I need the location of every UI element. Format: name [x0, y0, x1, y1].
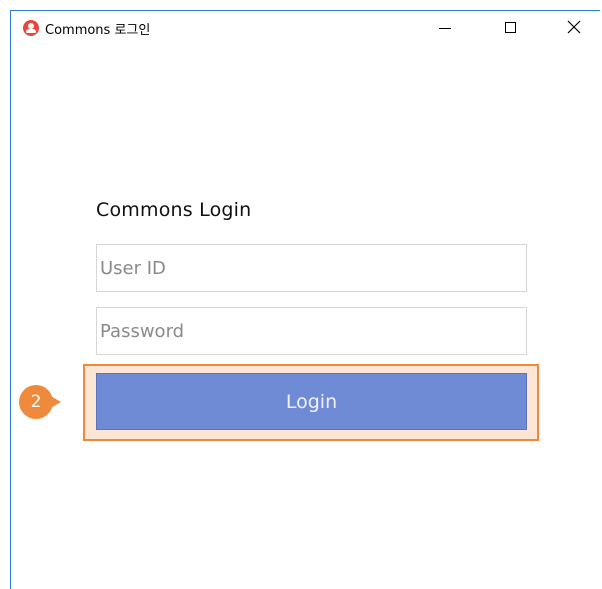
password-input[interactable]: [96, 307, 527, 355]
step-number: 2: [19, 385, 53, 419]
minimize-icon: [439, 27, 451, 29]
commons-user-icon: [23, 20, 39, 36]
minimize-button[interactable]: [423, 11, 467, 43]
close-icon: [567, 20, 581, 34]
login-window: Commons 로그인 Commons Login Login 2: [10, 10, 600, 589]
login-button[interactable]: Login: [96, 373, 527, 430]
maximize-icon: [504, 21, 516, 33]
login-heading: Commons Login: [96, 199, 252, 221]
maximize-button[interactable]: [488, 11, 532, 43]
step-badge: 2: [19, 385, 65, 419]
app-icon-body: [26, 29, 36, 33]
title-bar[interactable]: Commons 로그인: [11, 11, 600, 43]
step-pointer-arrow: [49, 395, 61, 409]
close-button[interactable]: [552, 11, 596, 43]
user-id-input[interactable]: [96, 244, 527, 292]
window-title: Commons 로그인: [45, 23, 151, 38]
